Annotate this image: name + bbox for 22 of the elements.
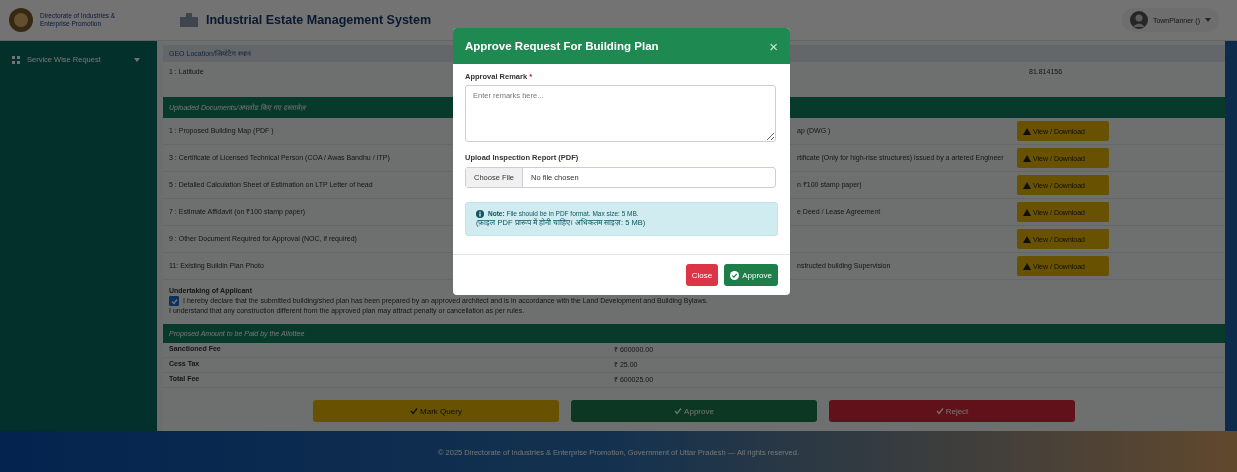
action-button[interactable]: Mark Query: [313, 400, 559, 423]
emblem-icon: [8, 7, 34, 33]
download-icon: [1023, 181, 1031, 189]
avatar-icon: [1129, 11, 1148, 29]
grid-icon: [12, 55, 20, 64]
check-circle-icon: [730, 270, 740, 280]
checkbox[interactable]: [169, 296, 179, 307]
action-button[interactable]: Approve: [571, 400, 817, 423]
app-title: Industrial Estate Management System: [206, 13, 432, 27]
building-icon: [178, 13, 200, 27]
download-icon: [1023, 262, 1031, 270]
download-icon: [1023, 127, 1031, 135]
approve-button[interactable]: Approve: [724, 264, 778, 286]
action-button[interactable]: Reject: [829, 400, 1075, 423]
caret-icon: [1205, 18, 1211, 22]
check-icon: [935, 407, 944, 416]
download-icon: [1023, 208, 1031, 216]
download-icon: [1023, 154, 1031, 162]
close-button[interactable]: Close: [685, 264, 719, 286]
check-icon: [674, 407, 683, 416]
download-icon: [1023, 235, 1031, 243]
info-icon: [476, 209, 484, 218]
